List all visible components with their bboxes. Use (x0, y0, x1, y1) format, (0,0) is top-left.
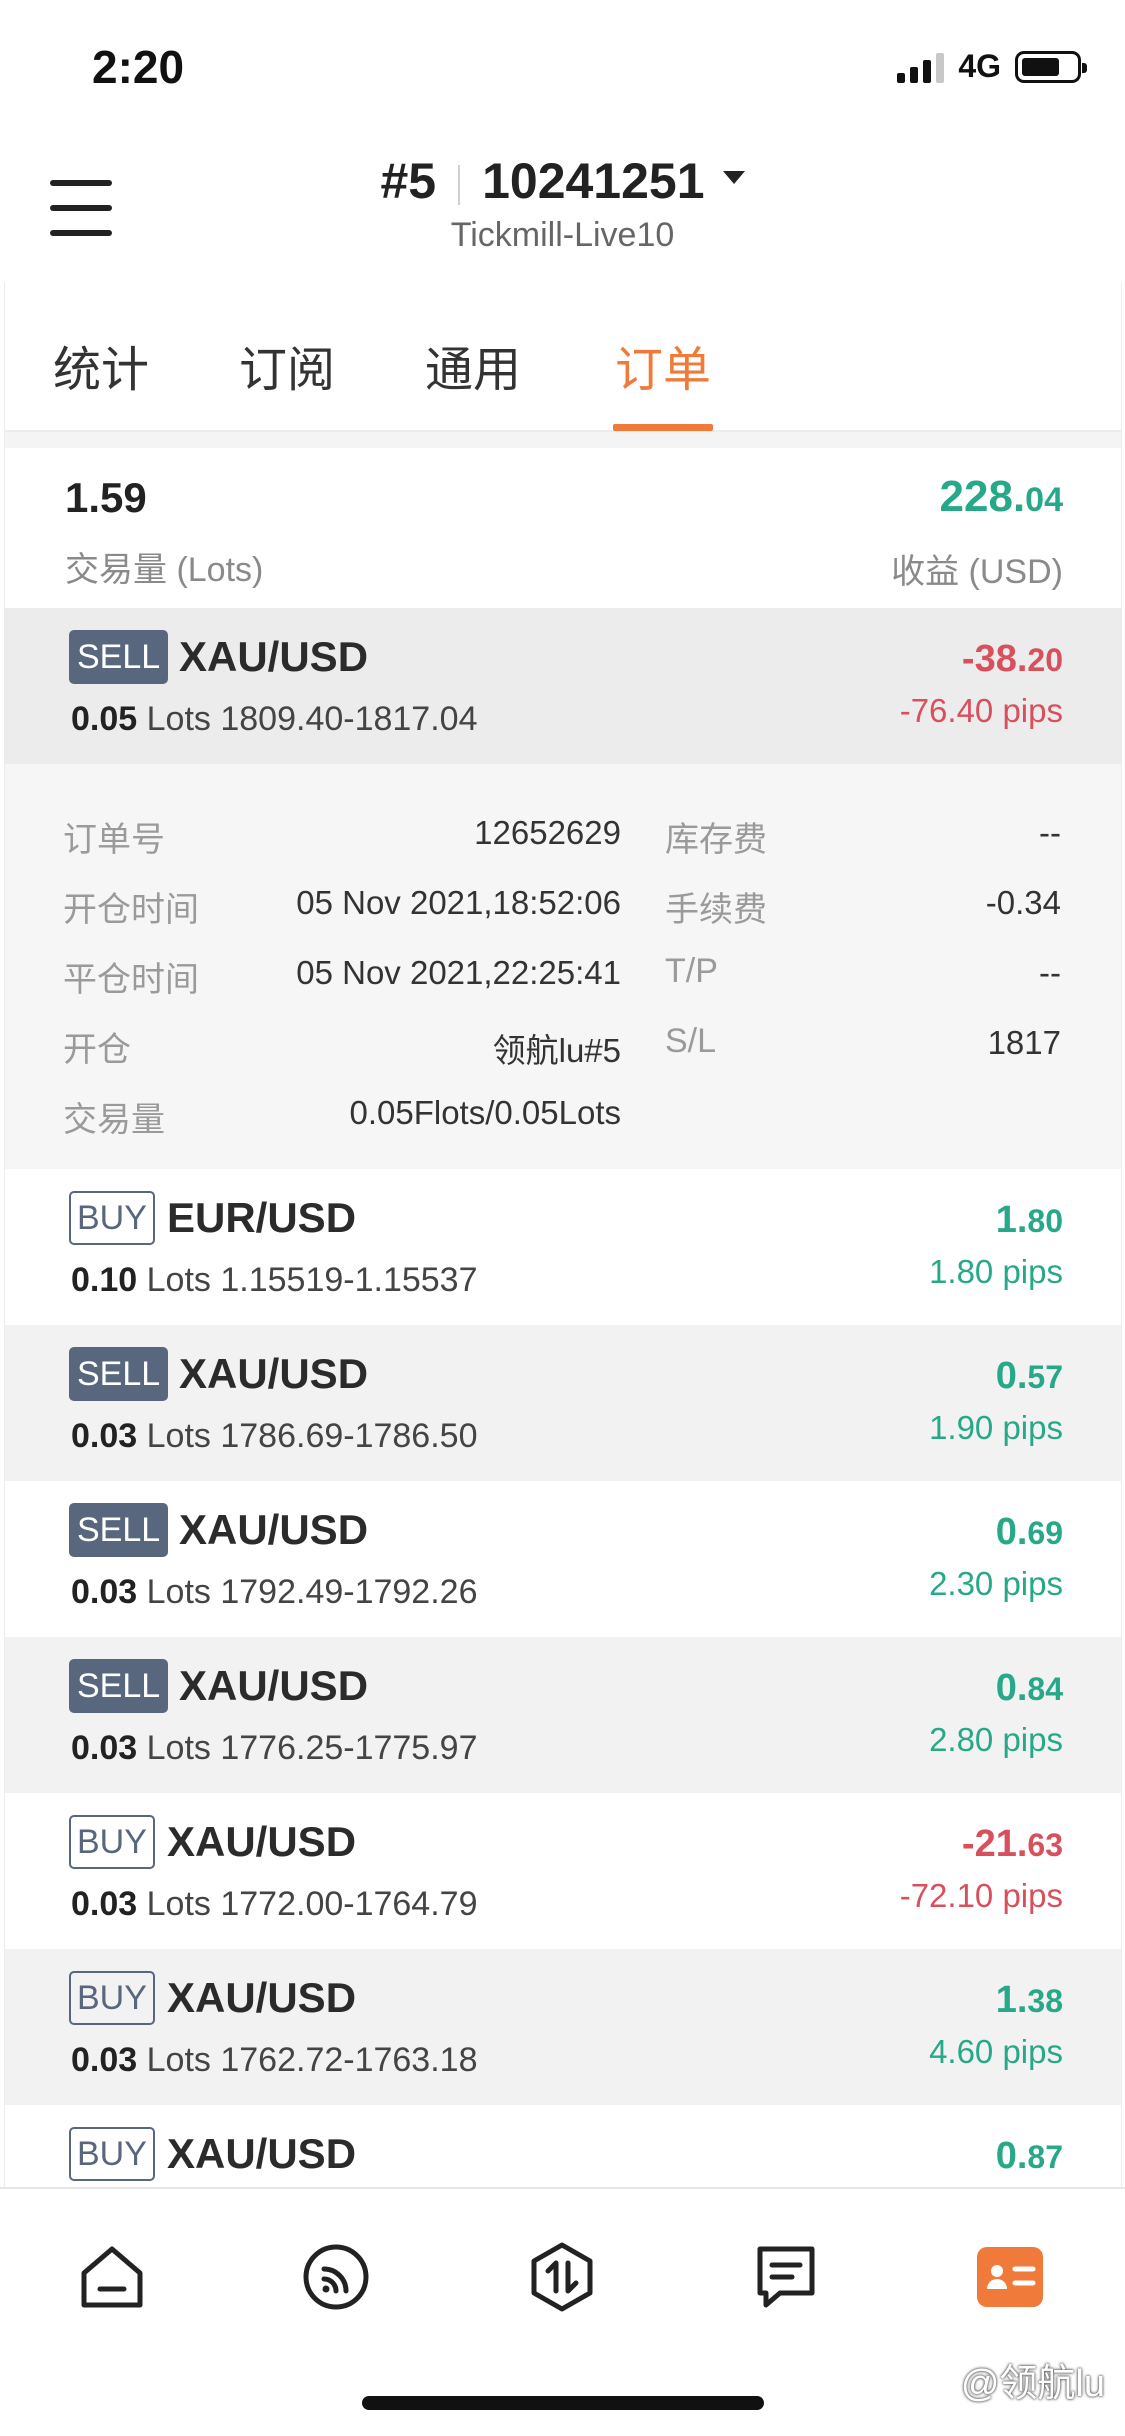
order-symbol: XAU/USD (179, 1662, 369, 1709)
chevron-down-icon (722, 171, 745, 185)
cellular-signal-icon (897, 51, 945, 83)
order-row[interactable]: BUY XAU/USD 0.03 Lots 1772.00-1764.79 -2… (5, 1793, 1121, 1949)
open-time-label: 开仓时间 (63, 891, 199, 929)
order-pnl: 0.84 (995, 1667, 1063, 1709)
order-symbol: XAU/USD (179, 1350, 369, 1397)
account-divider (458, 164, 461, 205)
status-bar: 2:20 4G (0, 0, 1125, 140)
order-row[interactable]: SELL XAU/USD 0.03 Lots 1792.49-1792.26 0… (5, 1481, 1121, 1637)
side-badge: BUY (69, 1191, 155, 1245)
order-pips: 2.30 pips (929, 1565, 1063, 1602)
order-pnl: 0.57 (995, 1355, 1063, 1397)
order-pips: 1.90 pips (929, 1409, 1063, 1446)
order-lots: 0.03 Lots 1762.72-1763.18 (71, 2041, 478, 2079)
order-pips: -76.40 pips (899, 692, 1063, 729)
side-badge: BUY (69, 1971, 155, 2025)
profile-card-icon[interactable] (970, 2237, 1050, 2317)
section-divider (5, 432, 1121, 448)
side-badge: BUY (69, 1815, 155, 1869)
side-badge: BUY (69, 2127, 155, 2181)
orders-summary: 1.59 交易量 (Lots) 228.04 收益 (USD) (5, 448, 1121, 608)
order-pnl: 0.69 (995, 1511, 1063, 1553)
home-indicator (362, 2396, 764, 2410)
order-symbol: XAU/USD (167, 1818, 357, 1865)
stop-loss-value: 1817 (987, 1024, 1061, 1061)
tab-subscriptions[interactable]: 订阅 (239, 330, 335, 400)
side-badge: SELL (69, 1659, 169, 1713)
message-icon[interactable] (746, 2237, 826, 2317)
volume-value: 0.05Flots/0.05Lots (349, 1094, 621, 1131)
order-lots: 0.05 Lots 1809.40-1817.04 (71, 700, 478, 738)
tab-bar: 统计 订阅 通用 订单 (5, 282, 1121, 432)
tab-statistics[interactable]: 统计 (53, 330, 149, 400)
total-lots: 1.59 (65, 474, 147, 521)
volume-label: 交易量 (63, 1101, 165, 1139)
order-symbol: XAU/USD (167, 1974, 357, 2021)
open-time: 05 Nov 2021,18:52:06 (296, 884, 621, 921)
stop-loss-label: S/L (665, 1022, 717, 1060)
tab-general[interactable]: 通用 (425, 330, 521, 400)
swap-value: -- (1039, 814, 1061, 851)
order-pnl: 0.87 (995, 2135, 1063, 2177)
side-badge: SELL (69, 1347, 169, 1401)
order-row[interactable]: SELL XAU/USD 0.03 Lots 1776.25-1775.97 0… (5, 1637, 1121, 1793)
order-pnl: 1.38 (995, 1979, 1063, 2021)
open-by: 领航lu#5 (492, 1032, 621, 1069)
battery-icon (1015, 50, 1087, 83)
order-pips: 4.60 pips (929, 2033, 1063, 2070)
order-symbol: EUR/USD (167, 1194, 357, 1241)
commission-value: -0.34 (985, 884, 1061, 921)
order-number-label: 订单号 (63, 821, 165, 859)
take-profit-label: T/P (665, 952, 718, 990)
total-lots-label: 交易量 (Lots) (65, 551, 264, 589)
order-symbol: XAU/USD (179, 633, 369, 680)
watermark: @领航lu (960, 2363, 1105, 2405)
order-pnl: -38.20 (961, 638, 1063, 680)
order-lots: 0.03 Lots 1776.25-1775.97 (71, 1729, 478, 1767)
account-id: 10241251 (482, 153, 705, 209)
order-row[interactable]: SELL XAU/USD 0.05 Lots 1809.40-1817.04 -… (5, 608, 1121, 764)
order-row[interactable]: BUY XAU/USD 0.87 (5, 2105, 1121, 2187)
order-pips: 2.80 pips (929, 1721, 1063, 1758)
main-card: 统计 订阅 通用 订单 1.59 交易量 (Lots) 228.04 收益 (U… (4, 282, 1122, 2187)
trade-icon[interactable] (522, 2237, 602, 2317)
side-badge: SELL (69, 1503, 169, 1557)
active-tab-indicator (613, 424, 713, 431)
status-time: 2:20 (92, 41, 185, 93)
order-row[interactable]: BUY EUR/USD 0.10 Lots 1.15519-1.15537 1.… (5, 1169, 1121, 1325)
swap-label: 库存费 (665, 821, 767, 859)
order-lots: 0.03 Lots 1772.00-1764.79 (71, 1885, 478, 1923)
order-symbol: XAU/USD (167, 2130, 357, 2177)
order-lots: 0.03 Lots 1786.69-1786.50 (71, 1417, 478, 1455)
order-row[interactable]: SELL XAU/USD 0.03 Lots 1786.69-1786.50 0… (5, 1325, 1121, 1481)
side-badge: SELL (69, 630, 169, 684)
account-number: #5 (380, 153, 437, 209)
order-lots: 0.03 Lots 1792.49-1792.26 (71, 1573, 478, 1611)
order-pips: 1.80 pips (929, 1253, 1063, 1290)
order-pnl: -21.63 (961, 1823, 1063, 1865)
status-indicators: 4G (897, 48, 1087, 85)
server-name: Tickmill-Live10 (450, 216, 675, 254)
account-selector[interactable]: #5 10241251 (0, 152, 1125, 210)
open-by-label: 开仓 (63, 1031, 131, 1069)
order-symbol: XAU/USD (179, 1506, 369, 1553)
tab-orders[interactable]: 订单 (615, 330, 711, 400)
order-details: 订单号 12652629 库存费 -- 开仓时间 05 Nov 2021,18:… (5, 764, 1121, 1169)
order-lots: 0.10 Lots 1.15519-1.15537 (71, 1261, 478, 1299)
take-profit-value: -- (1039, 954, 1061, 991)
order-row[interactable]: BUY XAU/USD 0.03 Lots 1762.72-1763.18 1.… (5, 1949, 1121, 2105)
order-pnl: 1.80 (995, 1199, 1063, 1241)
order-number: 12652629 (474, 814, 621, 851)
signal-feed-icon[interactable] (296, 2237, 376, 2317)
total-profit-label: 收益 (USD) (891, 553, 1063, 591)
order-pips: -72.10 pips (899, 1877, 1063, 1914)
network-type: 4G (958, 48, 1001, 84)
close-time: 05 Nov 2021,22:25:41 (296, 954, 621, 991)
total-profit: 228.04 (939, 472, 1063, 521)
commission-label: 手续费 (665, 891, 767, 929)
close-time-label: 平仓时间 (63, 961, 199, 999)
app-header: #5 10241251 Tickmill-Live10 (0, 140, 1125, 282)
home-icon[interactable] (72, 2237, 152, 2317)
